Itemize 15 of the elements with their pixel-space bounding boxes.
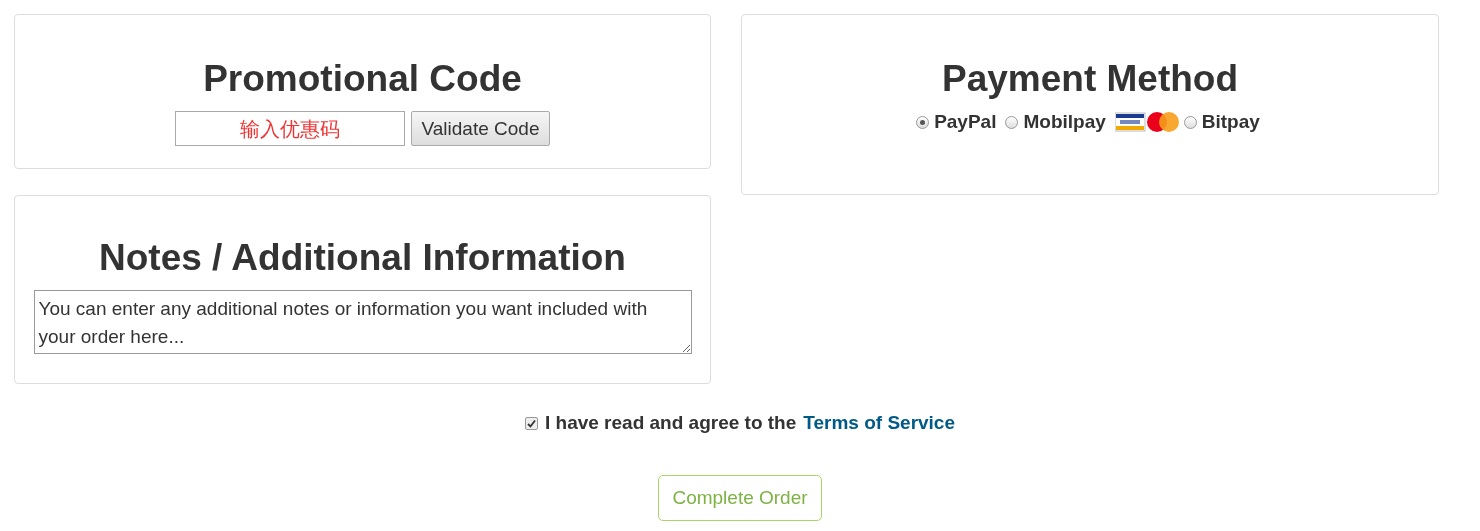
terms-checkbox[interactable]	[524, 416, 538, 430]
terms-label: I have read and agree to the	[544, 412, 797, 434]
radio-button[interactable]	[1005, 115, 1019, 129]
validate-button[interactable]: Validate Code	[410, 111, 551, 146]
notes-field[interactable]: You can enter any additional notes or information you want included with your order here...	[33, 290, 692, 354]
option-label: PayPal	[934, 111, 997, 133]
terms-link[interactable]: Terms of Service	[803, 412, 955, 434]
radio-button[interactable]	[916, 115, 930, 129]
radio-button[interactable]	[1183, 115, 1197, 129]
promo-code-field[interactable]: 输入优惠码	[174, 111, 405, 146]
panel-title: Promotional Code	[203, 57, 522, 101]
option-label: Mobilpay	[1023, 111, 1106, 133]
panel-title: Notes / Additional Information	[99, 236, 626, 280]
option-label: Bitpay	[1201, 111, 1260, 133]
panel-title: Payment Method	[941, 57, 1238, 101]
